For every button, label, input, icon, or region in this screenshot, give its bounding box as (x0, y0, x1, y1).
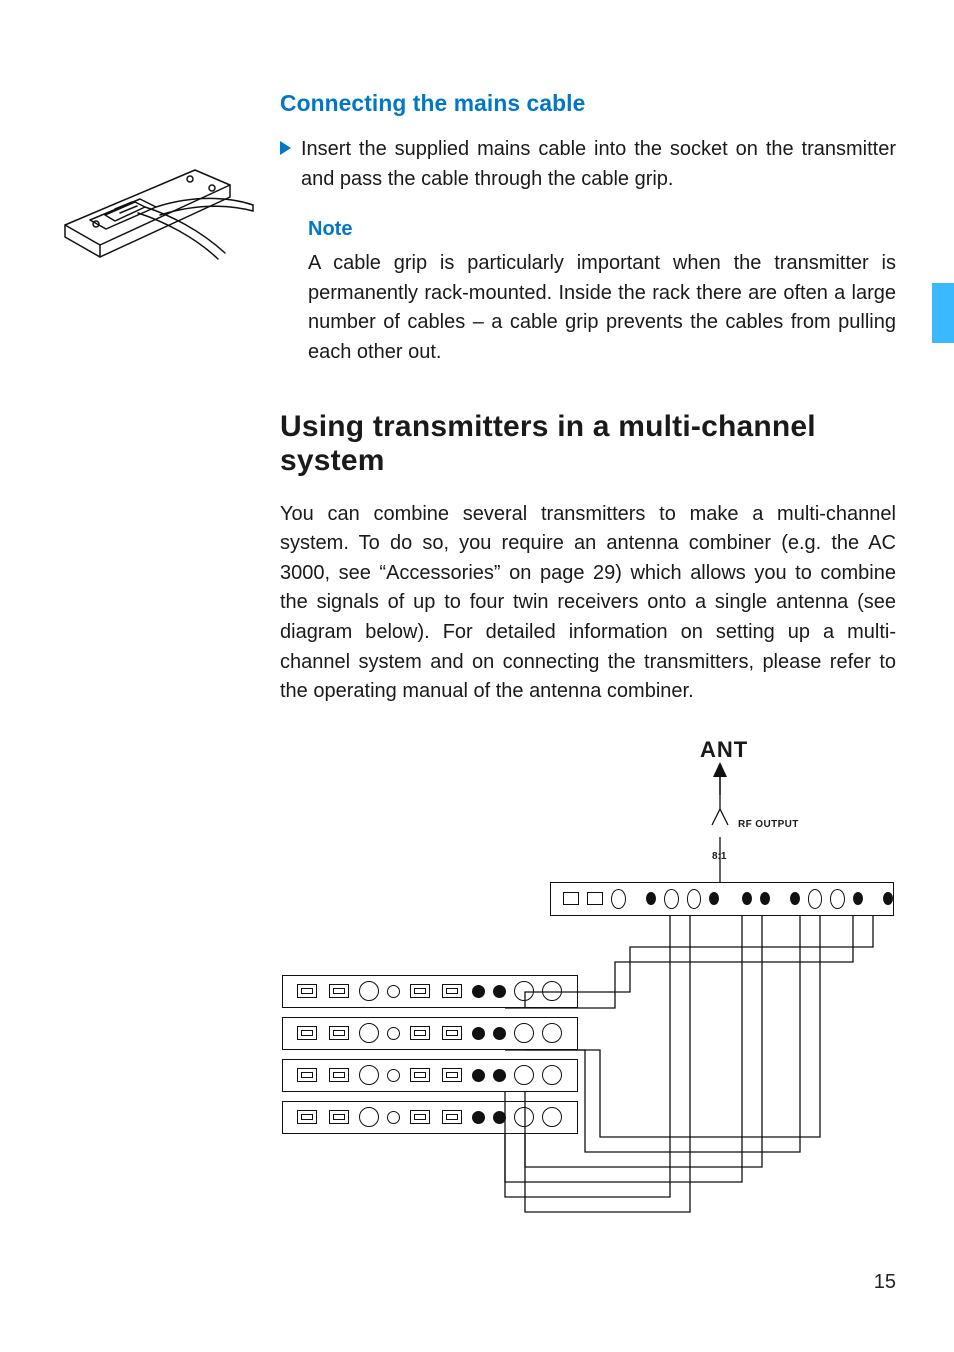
step-text: Insert the supplied mains cable into the… (301, 135, 896, 194)
bullet-triangle-icon (280, 141, 291, 155)
heading-connecting-mains: Connecting the mains cable (280, 90, 896, 117)
cable-socket-illustration (60, 145, 265, 265)
section-tab (932, 283, 954, 343)
step-insert-cable: Insert the supplied mains cable into the… (280, 135, 896, 194)
note-heading: Note (308, 218, 896, 241)
multichannel-body: You can combine several transmitters to … (280, 500, 896, 707)
diagram-wiring (280, 737, 900, 1277)
note-body: A cable grip is particularly important w… (308, 249, 896, 367)
multichannel-diagram: ANT RF OUTPUT 8:1 (280, 737, 900, 1277)
page-number: 15 (874, 1271, 896, 1294)
heading-multichannel: Using transmitters in a multi-channel sy… (280, 410, 896, 478)
